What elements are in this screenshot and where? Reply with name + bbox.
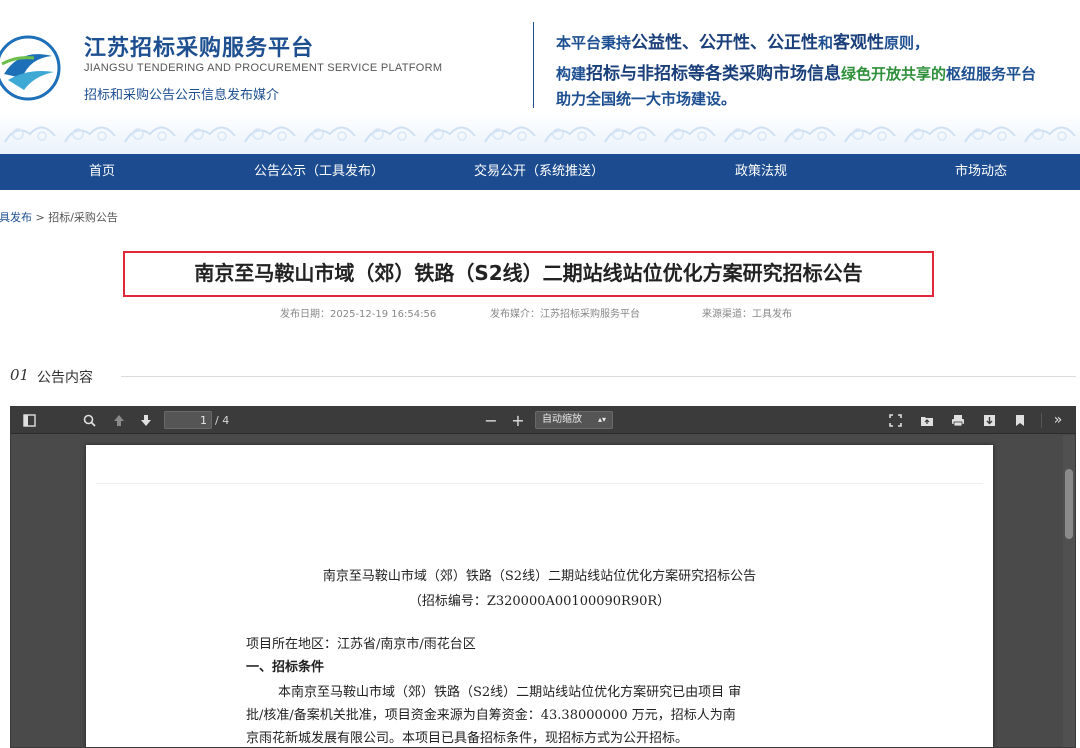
doc-paragraph-line-1: 本南京至马鞍山市域（郊）铁路（S2线）二期站线站位优化方案研究已由项目 审 xyxy=(278,685,742,700)
main-nav: 首页 公告公示（工具发布） 交易公开（系统推送） 政策法规 市场动态 xyxy=(0,154,1080,190)
zoom-out-icon[interactable]: − xyxy=(481,407,501,434)
more-tools-icon[interactable]: » xyxy=(1047,407,1069,434)
publish-date: 发布日期：2025-12-19 16:54:56 xyxy=(280,309,437,320)
section-divider xyxy=(121,376,1076,377)
toolbar-separator xyxy=(1041,413,1042,428)
pdf-scrollbar[interactable] xyxy=(1063,435,1075,747)
zoom-select[interactable]: 自动缩放 ▴▾ xyxy=(535,411,613,429)
source-channel: 来源渠道：工具发布 xyxy=(702,309,792,320)
breadcrumb: 工具发布 > 招标/采购公告 xyxy=(0,209,118,225)
pdf-header-line xyxy=(96,483,983,484)
section-number: 01 xyxy=(10,366,30,384)
zoom-in-icon[interactable]: + xyxy=(508,407,528,434)
breadcrumb-current: 招标/采购公告 xyxy=(48,211,118,224)
nav-item-announcements[interactable]: 公告公示（工具发布） xyxy=(254,154,384,190)
zoom-select-value: 自动缩放 xyxy=(542,414,582,425)
previous-page-icon[interactable] xyxy=(109,407,129,434)
doc-section-heading: 一、招标条件 xyxy=(246,660,325,675)
page-title: 南京至马鞍山市域（郊）铁路（S2线）二期站线站位优化方案研究招标公告 xyxy=(194,261,863,285)
doc-region: 项目所在地区：江苏省/南京市/雨花台区 xyxy=(246,637,476,652)
search-icon[interactable] xyxy=(79,407,99,434)
doc-tender-code: （招标编号：Z320000A00100090R90R） xyxy=(408,594,671,609)
breadcrumb-separator: > xyxy=(32,211,49,224)
cloud-pattern-decoration xyxy=(0,112,1080,154)
platform-title-english: JIANGSU TENDERING AND PROCUREMENT SERVIC… xyxy=(84,62,443,74)
nav-item-market-news[interactable]: 市场动态 xyxy=(955,154,1007,190)
pdf-scroll-thumb[interactable] xyxy=(1065,469,1073,539)
page-total: / 4 xyxy=(215,414,230,427)
header-divider xyxy=(533,22,534,108)
print-icon[interactable] xyxy=(948,407,968,434)
breadcrumb-link-tool-publish[interactable]: 工具发布 xyxy=(0,211,32,224)
nav-item-policies[interactable]: 政策法规 xyxy=(735,154,787,190)
platform-logo-icon xyxy=(0,35,61,101)
chevron-updown-icon: ▴▾ xyxy=(597,415,606,424)
pdf-viewer: / 4 − + 自动缩放 ▴▾ » 南京至马鞍山市域（郊）铁路（S2线）二期站线… xyxy=(10,406,1076,748)
doc-paragraph-line-2: 批/核准/备案机关批准，项目资金来源为自筹资金：43.38000000 万元，招… xyxy=(246,708,736,723)
page-number-input[interactable] xyxy=(164,411,212,429)
nav-item-home[interactable]: 首页 xyxy=(89,154,115,190)
bookmark-icon[interactable] xyxy=(1010,407,1030,434)
site-header: 江苏招标采购服务平台 JIANGSU TENDERING AND PROCURE… xyxy=(0,0,1080,154)
platform-subtitle: 招标和采购公告公示信息发布媒介 xyxy=(84,88,280,103)
doc-paragraph-line-3: 京雨花新城发展有限公司。本项目已具备招标条件，现招标方式为公开招标。 xyxy=(246,731,689,746)
presentation-mode-icon[interactable] xyxy=(885,407,905,434)
slogan-line-3: 助力全国统一大市场建设。 xyxy=(556,90,737,108)
doc-title: 南京至马鞍山市域（郊）铁路（S2线）二期站线站位优化方案研究招标公告 xyxy=(322,569,757,584)
pdf-page: 南京至马鞍山市域（郊）铁路（S2线）二期站线站位优化方案研究招标公告 （招标编号… xyxy=(86,445,993,747)
nav-item-transactions[interactable]: 交易公开（系统推送） xyxy=(474,154,604,190)
slogan-line-2: 构建招标与非招标等各类采购市场信息绿色开放共享的枢纽服务平台 xyxy=(556,64,1037,84)
slogan-line-1: 本平台秉持公益性、公开性、公正性和客观性原则， xyxy=(556,33,930,53)
download-icon[interactable] xyxy=(979,407,999,434)
sidebar-toggle-icon[interactable] xyxy=(19,407,39,434)
platform-title: 江苏招标采购服务平台 xyxy=(84,36,315,61)
title-highlight-box: 南京至马鞍山市域（郊）铁路（S2线）二期站线站位优化方案研究招标公告 xyxy=(123,251,934,297)
pdf-toolbar: / 4 − + 自动缩放 ▴▾ » xyxy=(11,407,1075,434)
next-page-icon[interactable] xyxy=(136,407,156,434)
publish-media: 发布媒介：江苏招标采购服务平台 xyxy=(490,309,640,320)
open-file-icon[interactable] xyxy=(917,407,937,434)
section-label: 公告内容 xyxy=(37,370,93,386)
